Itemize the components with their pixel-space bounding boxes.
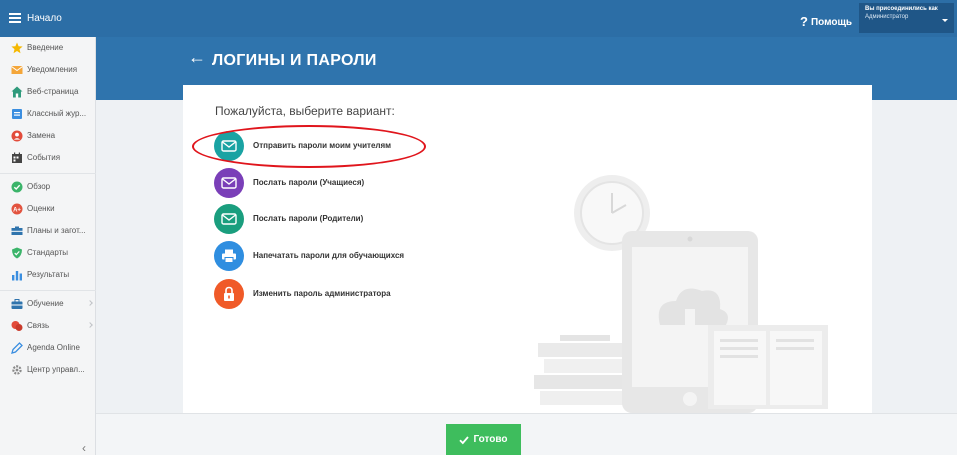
- printer-icon: [214, 241, 244, 271]
- back-arrow-icon[interactable]: ←: [188, 47, 206, 68]
- sidebar-item-standards[interactable]: Стандарты: [0, 242, 96, 264]
- hamburger-menu-icon[interactable]: [9, 13, 21, 23]
- sidebar-item-grades[interactable]: A+ Оценки: [0, 198, 96, 220]
- sidebar: Введение Уведомления Веб-страница Классн…: [0, 37, 96, 455]
- plans-icon: [11, 226, 23, 235]
- grade-icon: A+: [11, 203, 23, 215]
- sidebar-item-learning[interactable]: Обучение: [0, 293, 96, 315]
- sidebar-item-label: Стандарты: [27, 248, 69, 257]
- svg-text:A+: A+: [13, 207, 21, 213]
- option-label: Послать пароли (Родители): [253, 214, 364, 223]
- home-icon: [11, 86, 23, 98]
- shield-icon: [12, 247, 22, 259]
- options-prompt: Пожалуйста, выберите вариант:: [215, 104, 395, 118]
- sidebar-item-class-journal[interactable]: Классный жур...: [0, 103, 96, 125]
- sidebar-item-label: Планы и загот...: [27, 226, 86, 235]
- envelope-icon: [214, 168, 244, 198]
- option-label: Изменить пароль администратора: [253, 289, 391, 298]
- sidebar-item-plans[interactable]: Планы и загот...: [0, 220, 96, 242]
- help-label: Помощь: [810, 17, 853, 28]
- bottom-bar: [96, 413, 957, 455]
- sidebar-item-results[interactable]: Результаты: [0, 264, 96, 286]
- sidebar-item-agenda-online[interactable]: Agenda Online: [0, 337, 96, 359]
- pen-icon: [11, 342, 23, 354]
- sidebar-item-intro[interactable]: Введение: [0, 37, 96, 59]
- help-button[interactable]: ? Помощь: [800, 13, 853, 29]
- star-icon: [11, 42, 23, 54]
- bar-chart-icon: [12, 271, 22, 281]
- user-menu[interactable]: Вы присоединились как Администратор: [859, 3, 954, 33]
- sidebar-item-label: Замена: [27, 131, 56, 140]
- person-icon: [11, 130, 23, 142]
- sidebar-item-overview[interactable]: Обзор: [0, 176, 96, 198]
- user-status-label: Вы присоединились как: [865, 6, 938, 12]
- highlight-annotation: [192, 125, 426, 168]
- sidebar-item-label: Веб-страница: [27, 87, 79, 96]
- sidebar-item-events[interactable]: События: [0, 147, 96, 169]
- sidebar-item-label: Обучение: [27, 299, 64, 308]
- top-bar: Начало ? Помощь Вы присоединились как Адм…: [0, 0, 957, 37]
- chat-icon: [11, 321, 23, 331]
- option-send-passwords-parents[interactable]: Послать пароли (Родители): [214, 204, 514, 234]
- option-print-passwords-students[interactable]: Напечатать пароли для обучающихся: [214, 241, 514, 271]
- envelope-icon: [214, 204, 244, 234]
- user-role: Администратор: [865, 14, 909, 20]
- sidebar-item-label: Введение: [27, 43, 64, 52]
- sidebar-item-notifications[interactable]: Уведомления: [0, 59, 96, 81]
- question-icon: ?: [800, 14, 808, 29]
- tablet-books-illustration: [534, 175, 828, 413]
- option-send-passwords-students[interactable]: Послать пароли (Учащиеся): [214, 168, 514, 198]
- option-label: Послать пароли (Учащиеся): [253, 178, 365, 187]
- sidebar-item-label: Связь: [27, 321, 50, 330]
- done-button[interactable]: Готово: [446, 424, 521, 455]
- briefcase-icon: [11, 299, 23, 309]
- collapse-sidebar-icon[interactable]: ‹: [82, 441, 86, 455]
- calendar-icon: [12, 152, 22, 163]
- sidebar-item-label: Оценки: [27, 204, 55, 213]
- check-circle-icon: [11, 181, 23, 193]
- page-title: ЛОГИНЫ И ПАРОЛИ: [212, 52, 377, 69]
- home-link[interactable]: Начало: [27, 13, 62, 24]
- sidebar-item-control-center[interactable]: Центр управл...: [0, 359, 96, 381]
- lock-icon: [214, 279, 244, 309]
- sidebar-item-label: Обзор: [27, 182, 51, 191]
- sidebar-divider: [0, 290, 96, 291]
- sidebar-item-label: Agenda Online: [27, 343, 80, 352]
- option-change-admin-password[interactable]: Изменить пароль администратора: [214, 279, 514, 309]
- sidebar-item-communication[interactable]: Связь: [0, 315, 96, 337]
- sidebar-divider: [0, 173, 96, 174]
- caret-down-icon: [942, 19, 948, 22]
- option-label: Напечатать пароли для обучающихся: [253, 251, 405, 260]
- sidebar-item-substitution[interactable]: Замена: [0, 125, 96, 147]
- sidebar-item-label: Классный жур...: [27, 109, 87, 118]
- sidebar-item-label: События: [27, 153, 61, 162]
- check-icon: [459, 435, 470, 444]
- sidebar-item-webpage[interactable]: Веб-страница: [0, 81, 96, 103]
- journal-icon: [12, 109, 22, 119]
- done-button-label: Готово: [473, 434, 508, 445]
- sidebar-item-label: Центр управл...: [27, 365, 85, 374]
- envelope-icon: [11, 66, 23, 74]
- sidebar-item-label: Уведомления: [27, 65, 78, 74]
- gear-icon: [12, 365, 22, 375]
- sidebar-item-label: Результаты: [27, 270, 70, 279]
